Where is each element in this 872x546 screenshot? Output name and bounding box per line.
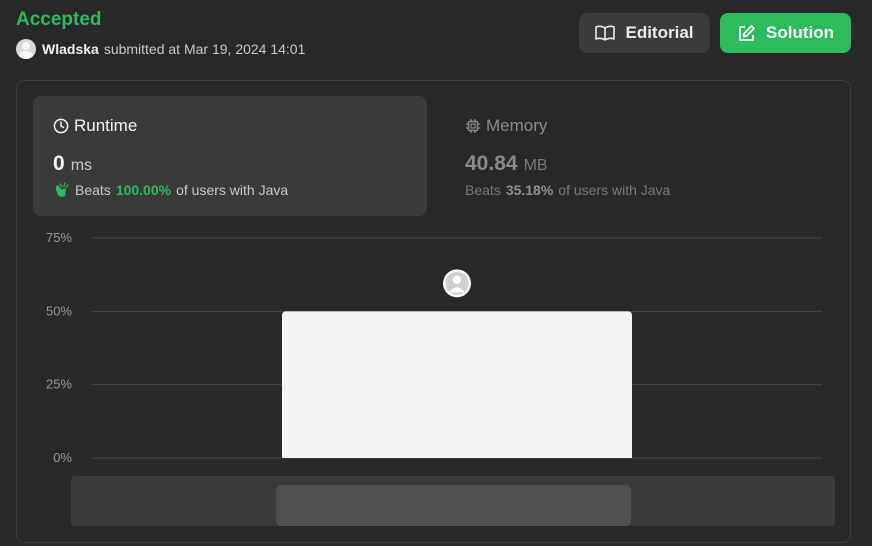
solution-label: Solution [766, 23, 834, 42]
y-tick-label: 75% [46, 230, 72, 245]
avatar[interactable] [16, 39, 36, 59]
edit-icon [739, 24, 755, 41]
y-tick-label: 50% [46, 303, 72, 318]
y-tick-label: 0% [53, 450, 72, 465]
avatar-head [452, 275, 462, 285]
submission-info: Wladska submitted at Mar 19, 2024 14:01 [16, 39, 305, 59]
editorial-button[interactable]: Editorial [579, 13, 710, 53]
submitted-text: submitted at Mar 19, 2024 14:01 [103, 41, 306, 57]
y-tick-label: 25% [46, 377, 72, 392]
chart-bar [282, 311, 632, 458]
result-panel: Runtime 0 ms Beats 100.00% of users with… [16, 80, 851, 543]
book-open-icon [595, 25, 616, 41]
runtime-distribution-chart: 0% 25% 50% 75% [46, 230, 835, 526]
solution-button[interactable]: Solution [720, 13, 851, 53]
editorial-label: Editorial [625, 23, 694, 42]
range-selector[interactable] [276, 485, 631, 526]
username[interactable]: Wladska [42, 41, 99, 57]
status-title: Accepted [16, 9, 102, 30]
